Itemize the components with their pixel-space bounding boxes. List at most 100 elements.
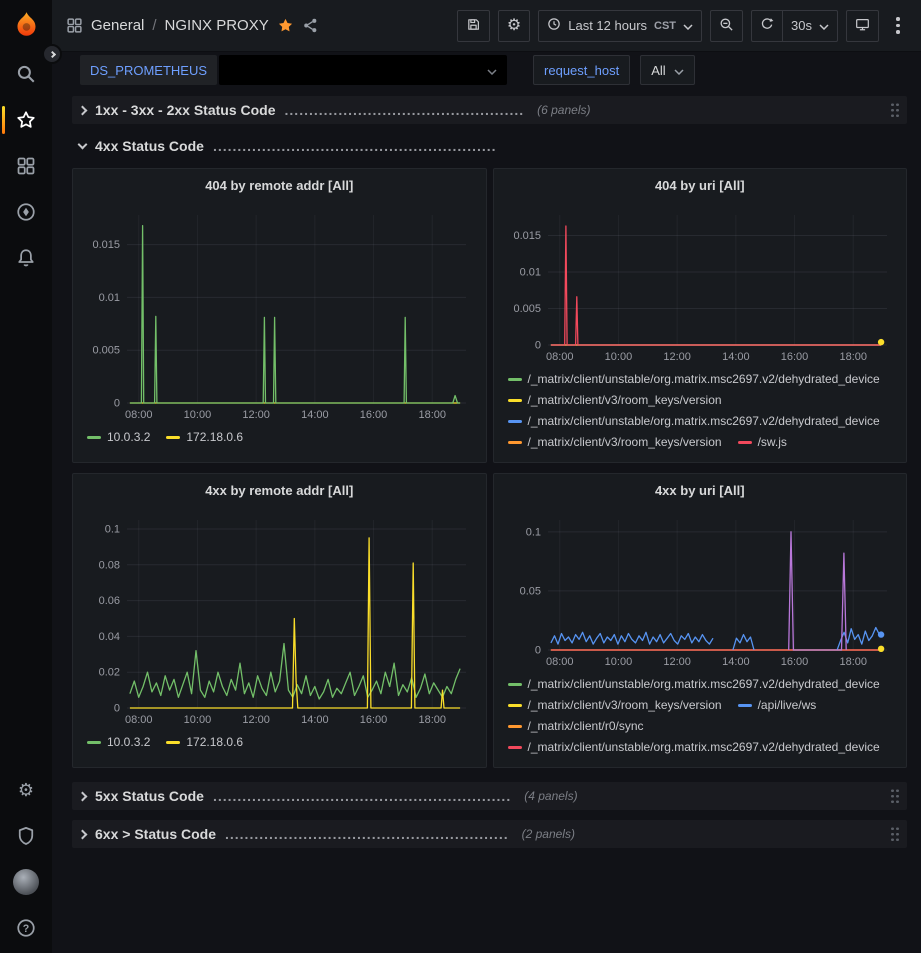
chevron-right-icon xyxy=(78,105,88,115)
sidebar-item-help[interactable]: ? xyxy=(0,905,52,951)
legend-item[interactable]: /_matrix/client/v3/room_keys/version xyxy=(508,434,722,450)
panel-title[interactable]: 4xx by remote addr [All] xyxy=(81,480,478,502)
sidebar-item-profile[interactable] xyxy=(0,859,52,905)
row-drag-handle[interactable] xyxy=(890,788,900,804)
row-title: 1xx - 3xx - 2xx Status Code xyxy=(95,102,276,118)
legend-series-marker xyxy=(738,704,752,707)
legend-item[interactable]: /_matrix/client/v3/room_keys/version xyxy=(508,697,722,713)
legend-item[interactable]: 172.18.0.6 xyxy=(166,734,243,750)
legend-item[interactable]: /sw.js xyxy=(738,434,787,450)
row-title: 4xx Status Code xyxy=(95,138,204,154)
refresh-interval-picker[interactable]: 30s xyxy=(783,10,838,42)
refresh-button[interactable] xyxy=(751,10,783,42)
variable-value-request-host[interactable]: All xyxy=(640,55,694,85)
time-series-chart: 00.020.040.060.080.108:0010:0012:0014:00… xyxy=(81,512,478,728)
gear-icon: ⚙ xyxy=(18,781,34,799)
svg-text:12:00: 12:00 xyxy=(242,409,270,421)
legend-series-marker xyxy=(508,441,522,444)
variables-bar: DS_PROMETHEUS request_host All xyxy=(52,52,921,88)
time-zone-label: CST xyxy=(654,20,676,32)
legend-item[interactable]: 10.0.3.2 xyxy=(87,734,150,750)
compass-icon xyxy=(16,202,36,222)
panels-grid: 404 by remote addr [All] 0 0.005 0.01 0.015… xyxy=(72,168,907,768)
tv-mode-button[interactable] xyxy=(846,10,879,42)
svg-text:0.005: 0.005 xyxy=(513,303,541,315)
panel-title[interactable]: 4xx by uri [All] xyxy=(502,480,899,502)
more-menu-button[interactable] xyxy=(887,10,909,42)
dashboard-row-6xx[interactable]: 6xx > Status Code ......................… xyxy=(72,820,907,848)
legend-item[interactable]: 10.0.3.2 xyxy=(87,429,150,445)
legend-series-label: 172.18.0.6 xyxy=(186,734,243,750)
chart-legend: /_matrix/client/unstable/org.matrix.msc2… xyxy=(502,676,899,755)
svg-text:0: 0 xyxy=(114,398,120,410)
chart-legend: 10.0.3.2 172.18.0.6 xyxy=(81,429,478,445)
star-icon xyxy=(16,110,36,130)
legend-item[interactable]: /_matrix/client/unstable/org.matrix.msc2… xyxy=(508,676,880,692)
row-panel-count: (6 panels) xyxy=(537,103,590,117)
sidebar-expand-button[interactable] xyxy=(42,44,62,64)
svg-text:0.04: 0.04 xyxy=(99,631,120,643)
sidebar-item-explore[interactable] xyxy=(0,189,52,235)
legend-item[interactable]: /_matrix/client/unstable/org.matrix.msc2… xyxy=(508,739,880,755)
grafana-logo[interactable] xyxy=(13,11,40,43)
time-series-chart: 00.0050.010.01508:0010:0012:0014:0016:00… xyxy=(502,207,899,365)
shield-icon xyxy=(16,826,36,846)
variable-value-ds-prometheus[interactable] xyxy=(219,55,507,85)
dashboard-row-4xx[interactable]: 4xx Status Code ........................… xyxy=(72,132,907,160)
breadcrumb-folder[interactable]: General xyxy=(91,17,144,34)
dashboard-row-5xx[interactable]: 5xx Status Code ........................… xyxy=(72,782,907,810)
top-navbar: General / NGINX PROXY ⚙ xyxy=(52,0,921,52)
dashboard-row-1xx-3xx-2xx[interactable]: 1xx - 3xx - 2xx Status Code ............… xyxy=(72,96,907,124)
time-range-picker[interactable]: Last 12 hours CST xyxy=(538,10,702,42)
help-icon: ? xyxy=(16,918,36,938)
svg-text:0.05: 0.05 xyxy=(519,585,540,597)
svg-text:0.02: 0.02 xyxy=(99,667,120,679)
breadcrumb-separator: / xyxy=(152,17,156,34)
time-range-label: Last 12 hours xyxy=(568,18,647,33)
sidebar-bottom-nav: ⚙ ? xyxy=(0,767,52,951)
favorite-star-icon[interactable] xyxy=(277,17,294,34)
legend-item[interactable]: /_matrix/client/r0/sync xyxy=(508,718,644,734)
refresh-icon xyxy=(760,17,774,34)
legend-item[interactable]: 172.18.0.6 xyxy=(166,429,243,445)
dashboard-settings-button[interactable]: ⚙ xyxy=(498,10,530,42)
svg-text:08:00: 08:00 xyxy=(125,409,153,421)
svg-text:10:00: 10:00 xyxy=(604,351,632,363)
share-icon[interactable] xyxy=(302,17,319,34)
save-dashboard-button[interactable] xyxy=(457,10,490,42)
zoom-out-button[interactable] xyxy=(710,10,743,42)
svg-text:0.015: 0.015 xyxy=(92,239,120,251)
time-series-chart: 00.0050.010.01508:0010:0012:0014:0016:00… xyxy=(81,207,478,423)
svg-text:0: 0 xyxy=(114,703,120,715)
panel-404-by-uri: 404 by uri [All] 00.0050.010.01508:0010:… xyxy=(493,168,908,463)
svg-text:0.005: 0.005 xyxy=(92,345,120,357)
legend-item[interactable]: /_matrix/client/unstable/org.matrix.msc2… xyxy=(508,371,880,387)
panel-4xx-by-uri: 4xx by uri [All] 00.050.108:0010:0012:00… xyxy=(493,473,908,768)
legend-item[interactable]: /api/live/ws xyxy=(738,697,817,713)
variable-label-ds-prometheus: DS_PROMETHEUS xyxy=(80,55,217,85)
svg-text:0.01: 0.01 xyxy=(99,292,120,304)
svg-text:0.06: 0.06 xyxy=(99,595,120,607)
save-floppy-icon xyxy=(466,17,481,35)
svg-text:0.1: 0.1 xyxy=(525,526,540,538)
legend-item[interactable]: /_matrix/client/v3/room_keys/version xyxy=(508,392,722,408)
sidebar-item-starred[interactable] xyxy=(0,97,52,143)
sidebar-item-server-admin[interactable] xyxy=(0,813,52,859)
panel-title[interactable]: 404 by remote addr [All] xyxy=(81,175,478,197)
svg-text:16:00: 16:00 xyxy=(780,656,808,668)
chart-svg: 00.050.108:0010:0012:0014:0016:0018:00 xyxy=(502,512,899,670)
sidebar-item-configuration[interactable]: ⚙ xyxy=(0,767,52,813)
breadcrumb-dashboard-title[interactable]: NGINX PROXY xyxy=(165,17,269,34)
caret-down-icon xyxy=(487,63,497,78)
row-drag-handle[interactable] xyxy=(890,826,900,842)
svg-text:0: 0 xyxy=(534,340,540,352)
row-title: 5xx Status Code xyxy=(95,788,204,804)
legend-item[interactable]: /_matrix/client/unstable/org.matrix.msc2… xyxy=(508,413,880,429)
sidebar-item-alerting[interactable] xyxy=(0,235,52,281)
svg-text:?: ? xyxy=(23,923,29,935)
chevron-right-icon xyxy=(78,829,88,839)
svg-text:10:00: 10:00 xyxy=(184,714,212,726)
panel-title[interactable]: 404 by uri [All] xyxy=(502,175,899,197)
sidebar-item-dashboards[interactable] xyxy=(0,143,52,189)
row-drag-handle[interactable] xyxy=(890,102,900,118)
